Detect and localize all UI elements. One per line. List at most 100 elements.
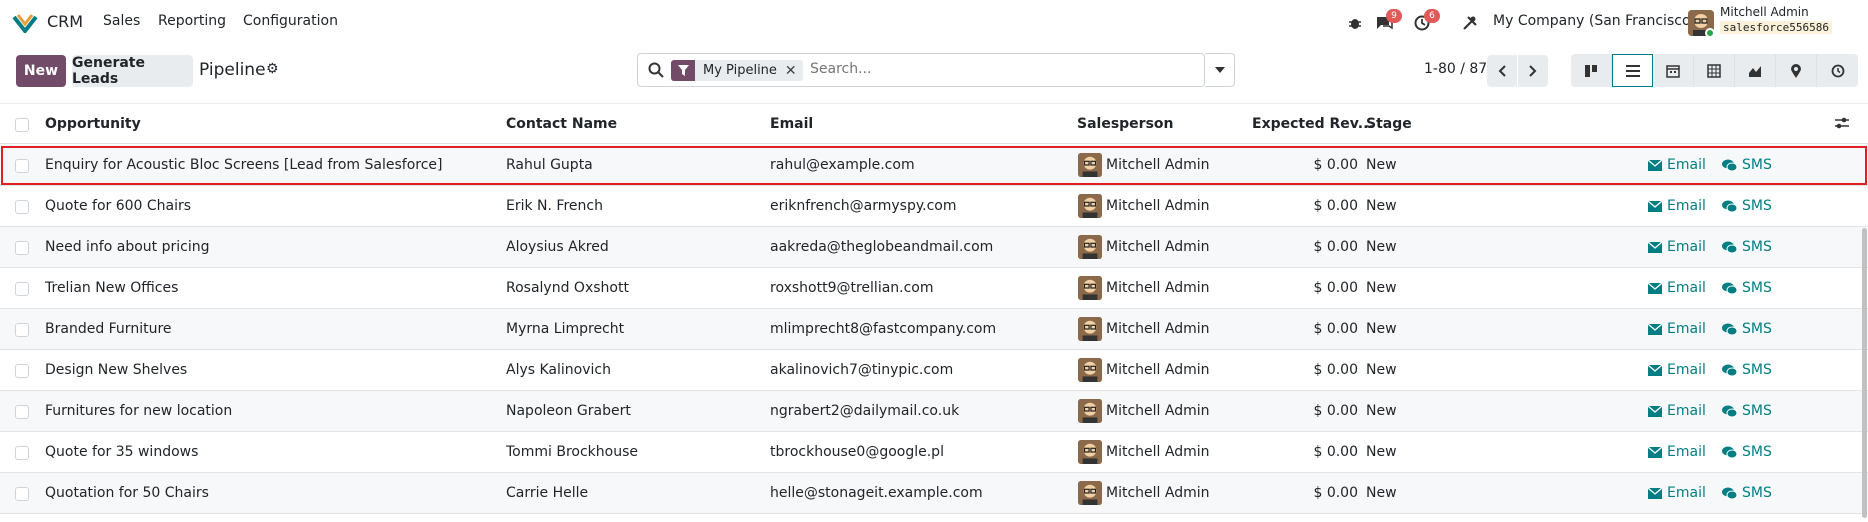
pager-value[interactable]: 1-80 / 87 — [1424, 61, 1487, 77]
column-email[interactable]: Email — [770, 116, 813, 132]
page-title[interactable]: Pipeline — [199, 60, 266, 80]
sms-action-button[interactable]: SMS — [1722, 280, 1772, 296]
pivot-view-button[interactable] — [1694, 54, 1735, 87]
table-row[interactable]: Quote for 35 windows Tommi Brockhouse tbro… — [0, 432, 1868, 473]
vertical-scrollbar[interactable] — [1862, 228, 1867, 518]
crm-logo-icon[interactable] — [12, 13, 38, 33]
envelope-icon — [1648, 487, 1662, 499]
opportunity-name[interactable]: Branded Furniture — [45, 321, 172, 337]
sms-action-button[interactable]: SMS — [1722, 485, 1772, 501]
table-row[interactable]: Branded Furniture Myrna Limprecht mlimprec… — [0, 309, 1868, 350]
clock-icon[interactable]: 6 — [1411, 9, 1440, 34]
expected-revenue: $ 0.00 — [1313, 198, 1358, 214]
email-action-button[interactable]: Email — [1648, 239, 1706, 255]
opportunity-name[interactable]: Furnitures for new location — [45, 403, 232, 419]
column-expected-revenue[interactable]: Expected Rev... — [1252, 116, 1374, 132]
row-checkbox[interactable] — [15, 241, 29, 255]
email-action-button[interactable]: Email — [1648, 198, 1706, 214]
sms-action-label: SMS — [1742, 321, 1772, 337]
email-action-button[interactable]: Email — [1648, 280, 1706, 296]
list-view-button[interactable] — [1612, 54, 1653, 87]
table-row[interactable]: Design New Shelves Alys Kalinovich akalino… — [0, 350, 1868, 391]
menu-sales[interactable]: Sales — [103, 13, 140, 29]
envelope-icon — [1648, 446, 1662, 458]
table-row[interactable]: Enquiry for Acoustic Bloc Screens [Lead … — [0, 145, 1868, 186]
sms-action-button[interactable]: SMS — [1722, 403, 1772, 419]
opportunity-name[interactable]: Design New Shelves — [45, 362, 187, 378]
sms-action-button[interactable]: SMS — [1722, 321, 1772, 337]
search-input[interactable] — [810, 61, 1190, 77]
row-checkbox[interactable] — [15, 323, 29, 337]
row-checkbox[interactable] — [15, 159, 29, 173]
gear-icon[interactable]: ⚙ — [266, 61, 279, 77]
pager-previous-button[interactable] — [1487, 55, 1517, 87]
column-salesperson[interactable]: Salesperson — [1077, 116, 1174, 132]
generate-leads-button[interactable]: Generate Leads — [72, 55, 193, 87]
app-name[interactable]: CRM — [47, 12, 83, 31]
sms-action-button[interactable]: SMS — [1722, 198, 1772, 214]
table-row[interactable]: Quotation for 50 Chairs Carrie Helle helle… — [0, 473, 1868, 514]
kanban-view-button[interactable] — [1571, 54, 1612, 87]
chat-icon[interactable]: 9 — [1373, 9, 1402, 34]
pager-next-button[interactable] — [1518, 55, 1548, 87]
search-options-toggle[interactable] — [1205, 53, 1235, 87]
opportunity-name[interactable]: Quote for 600 Chairs — [45, 198, 191, 214]
sms-action-button[interactable]: SMS — [1722, 362, 1772, 378]
email-action-button[interactable]: Email — [1648, 362, 1706, 378]
activity-view-button[interactable] — [1817, 54, 1858, 87]
opportunity-name[interactable]: Need info about pricing — [45, 239, 209, 255]
row-checkbox[interactable] — [15, 200, 29, 214]
graph-view-button[interactable] — [1735, 54, 1776, 87]
email-action-label: Email — [1667, 280, 1706, 296]
tools-icon[interactable] — [1459, 12, 1481, 34]
new-button[interactable]: New — [16, 55, 66, 87]
column-opportunity[interactable]: Opportunity — [45, 116, 141, 132]
table-row[interactable]: Trelian New Offices Rosalynd Oxshott roxsh… — [0, 268, 1868, 309]
company-switcher[interactable]: My Company (San Francisco) — [1493, 13, 1696, 29]
email-action-button[interactable]: Email — [1648, 444, 1706, 460]
table-row[interactable]: Furnitures for new location Napoleon Grab… — [0, 391, 1868, 432]
sms-icon — [1722, 405, 1737, 417]
row-checkbox[interactable] — [15, 364, 29, 378]
column-contact-name[interactable]: Contact Name — [506, 116, 617, 132]
expected-revenue: $ 0.00 — [1313, 444, 1358, 460]
menu-configuration[interactable]: Configuration — [243, 13, 338, 29]
database-name: salesforce556586 — [1720, 21, 1832, 34]
expected-revenue: $ 0.00 — [1313, 239, 1358, 255]
calendar-view-button[interactable] — [1653, 54, 1694, 87]
map-view-button[interactable] — [1776, 54, 1817, 87]
opportunity-name[interactable]: Quotation for 50 Chairs — [45, 485, 209, 501]
column-stage[interactable]: Stage — [1366, 116, 1412, 132]
user-name[interactable]: Mitchell Admin — [1720, 5, 1809, 19]
sms-action-button[interactable]: SMS — [1722, 239, 1772, 255]
email-action-button[interactable]: Email — [1648, 403, 1706, 419]
email-action-button[interactable]: Email — [1648, 321, 1706, 337]
opportunity-name[interactable]: Quote for 35 windows — [45, 444, 198, 460]
row-checkbox[interactable] — [15, 487, 29, 501]
stage: New — [1366, 403, 1397, 419]
opportunity-name[interactable]: Trelian New Offices — [45, 280, 178, 296]
optional-columns-icon[interactable] — [1834, 116, 1850, 134]
email-action-button[interactable]: Email — [1648, 485, 1706, 501]
expected-revenue: $ 0.00 — [1313, 321, 1358, 337]
sms-icon — [1722, 364, 1737, 376]
row-checkbox[interactable] — [15, 446, 29, 460]
table-row[interactable]: Need info about pricing Aloysius Akred aak… — [0, 227, 1868, 268]
search-icon[interactable] — [648, 62, 664, 78]
sms-action-button[interactable]: SMS — [1722, 444, 1772, 460]
row-checkbox[interactable] — [15, 282, 29, 296]
bug-icon[interactable] — [1344, 12, 1366, 34]
sms-action-button[interactable]: SMS — [1722, 157, 1772, 173]
remove-facet-icon[interactable]: ✕ — [784, 60, 803, 81]
row-checkbox[interactable] — [15, 405, 29, 419]
salesperson-avatar — [1078, 399, 1102, 423]
select-all-checkbox[interactable] — [15, 118, 29, 132]
email-action-button[interactable]: Email — [1648, 157, 1706, 173]
opportunity-name[interactable]: Enquiry for Acoustic Bloc Screens [Lead … — [45, 157, 442, 173]
table-row[interactable]: Quote for 600 Chairs Erik N. French eriknf… — [0, 186, 1868, 227]
stage: New — [1366, 485, 1397, 501]
email-address: ngrabert2@dailymail.co.uk — [770, 403, 960, 419]
menu-reporting[interactable]: Reporting — [158, 13, 226, 29]
email-address: eriknfrench@armyspy.com — [770, 198, 957, 214]
email-action-label: Email — [1667, 444, 1706, 460]
